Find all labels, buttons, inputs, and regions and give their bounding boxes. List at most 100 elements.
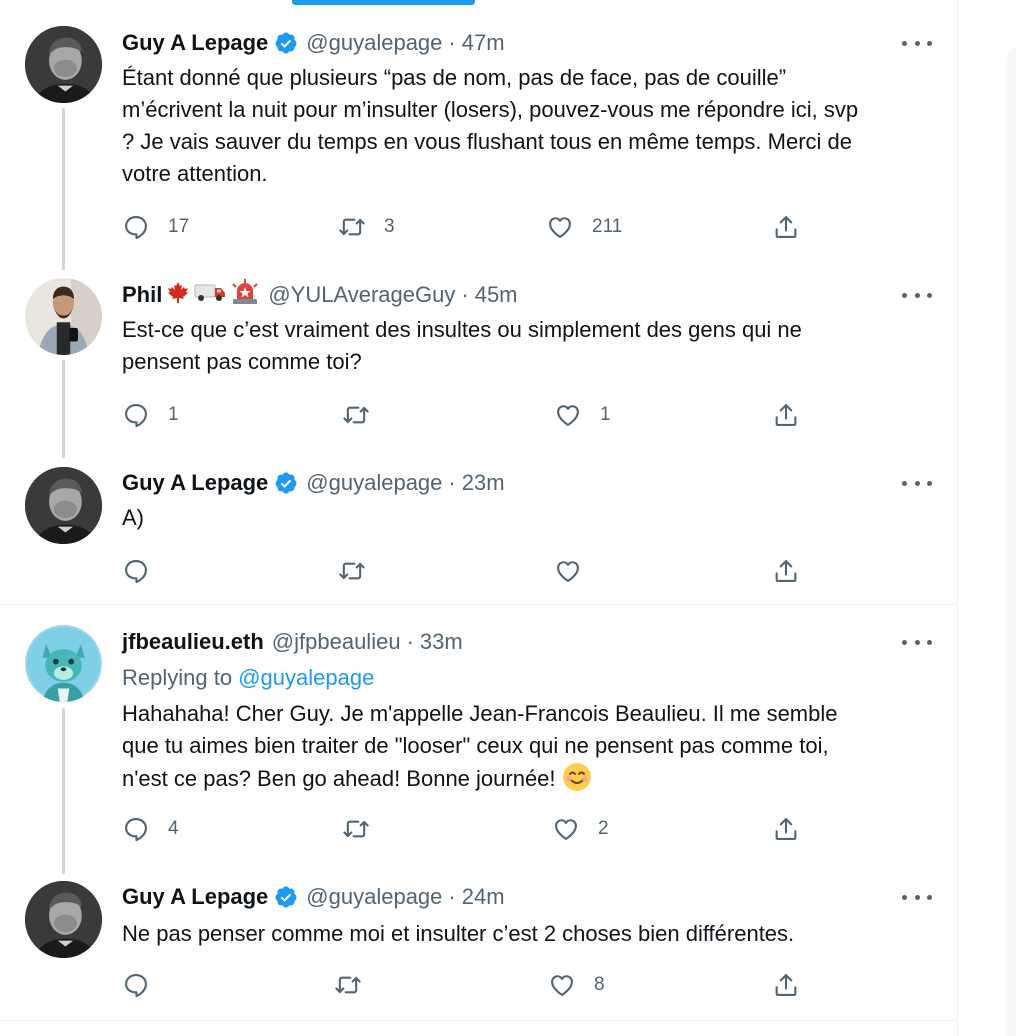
tweet-text: Est-ce que c’est vraiment des insultes o… <box>122 314 922 378</box>
avatar-guy-photo-icon <box>25 467 102 544</box>
reply-button[interactable] <box>122 556 150 586</box>
thread-divider <box>0 604 958 605</box>
tweet-actions <box>122 556 812 586</box>
like-icon <box>554 557 582 585</box>
tweet-timestamp[interactable]: 33m <box>420 629 463 655</box>
share-button[interactable] <box>772 400 800 430</box>
separator-dot: · <box>448 30 456 55</box>
retweet-icon <box>338 213 366 241</box>
author-handle[interactable]: @YULAverageGuy <box>268 282 455 308</box>
avatar[interactable] <box>25 467 102 544</box>
tweet-actions: 4 2 <box>122 814 812 844</box>
tweet-text-line: Étant donné que plusieurs “pas de nom, p… <box>122 65 787 90</box>
share-button[interactable] <box>772 970 800 1000</box>
tweet-actions: 8 <box>122 970 812 1000</box>
more-options-icon[interactable] <box>902 473 932 493</box>
tweet-text-line: A) <box>122 505 144 530</box>
retweet-button[interactable] <box>342 814 370 844</box>
tweet-timestamp[interactable]: 24m <box>462 884 505 910</box>
author-name[interactable]: Phil <box>122 282 162 308</box>
tweet-text-line: que tu aimes bien traiter de "looser" ce… <box>122 733 829 758</box>
reply-count: 17 <box>168 216 190 237</box>
author-name[interactable]: Guy A Lepage <box>122 470 268 496</box>
reply-icon <box>122 815 150 843</box>
like-icon <box>554 401 582 429</box>
share-button[interactable] <box>772 814 800 844</box>
tweet-text: Étant donné que plusieurs “pas de nom, p… <box>122 62 922 190</box>
like-icon <box>546 213 574 241</box>
separator-dot: · <box>448 884 456 909</box>
author-handle[interactable]: @jfpbeaulieu <box>272 629 401 655</box>
tweet-text-line: ? Je vais sauver du temps en vous flusha… <box>122 129 853 154</box>
tweet-text-line: n'est ce pas? Ben go ahead! Bonne journé… <box>122 766 556 791</box>
retweet-icon <box>334 971 362 999</box>
retweet-button[interactable] <box>342 400 370 430</box>
reply-count: 1 <box>168 404 179 425</box>
avatar-phil-photo-icon <box>25 278 102 355</box>
tweet-actions: 17 3 211 <box>122 212 812 242</box>
thread-connector-line <box>62 360 65 458</box>
tweet-timestamp[interactable]: 45m <box>475 282 518 308</box>
more-options-icon[interactable] <box>902 285 932 305</box>
author-name[interactable]: Guy A Lepage <box>122 884 268 910</box>
tweet-text: Hahahaha! Cher Guy. Je m'appelle Jean-Fr… <box>122 698 922 795</box>
share-button[interactable] <box>772 212 800 242</box>
reply-icon <box>122 971 150 999</box>
like-button[interactable]: 1 <box>554 400 611 430</box>
tweet-header: Guy A Lepage @guyalepage · 23m <box>122 468 505 498</box>
author-handle[interactable]: @guyalepage <box>306 884 442 910</box>
retweet-icon <box>338 557 366 585</box>
tweet-header: jfbeaulieu.eth @jfpbeaulieu · 33m <box>122 627 463 657</box>
smiling-face-icon <box>562 763 591 791</box>
retweet-button[interactable] <box>338 556 366 586</box>
avatar[interactable] <box>25 625 102 702</box>
tweet-text-line: m’écrivent la nuit pour m’insulter (lose… <box>122 97 859 122</box>
retweet-button[interactable]: 3 <box>338 212 395 242</box>
share-button[interactable] <box>772 556 800 586</box>
more-options-icon[interactable] <box>902 33 932 53</box>
like-count: 2 <box>598 818 609 839</box>
tweet-timestamp[interactable]: 23m <box>462 470 505 496</box>
avatar[interactable] <box>25 26 102 103</box>
like-button[interactable]: 8 <box>548 970 605 1000</box>
avatar-wolf-nft-icon <box>25 625 102 702</box>
truck-icon <box>194 281 226 309</box>
reply-button[interactable]: 4 <box>122 814 179 844</box>
retweet-icon <box>342 401 370 429</box>
reply-count: 4 <box>168 818 179 839</box>
replying-to-label: Replying to <box>122 665 233 690</box>
retweet-count: 3 <box>384 216 395 237</box>
replying-to-mention[interactable]: @guyalepage <box>238 665 374 690</box>
retweet-button[interactable] <box>334 970 362 1000</box>
verified-badge-icon <box>274 31 298 55</box>
author-handle[interactable]: @guyalepage <box>306 470 442 496</box>
maple-leaf-icon <box>166 281 190 309</box>
like-count: 211 <box>592 216 623 237</box>
tweet-text-line: pensent pas comme toi? <box>122 349 362 374</box>
like-button[interactable]: 211 <box>546 212 622 242</box>
tweet-timestamp[interactable]: 47m <box>462 30 505 56</box>
author-name[interactable]: Guy A Lepage <box>122 30 268 56</box>
author-handle[interactable]: @guyalepage <box>306 30 442 56</box>
active-tab-indicator <box>292 0 475 5</box>
separator-dot: · <box>406 629 414 654</box>
like-icon <box>548 971 576 999</box>
thread-divider <box>0 1020 958 1021</box>
like-icon <box>552 815 580 843</box>
more-options-icon[interactable] <box>902 632 932 652</box>
separator-dot: · <box>448 470 456 495</box>
replying-to: Replying to @guyalepage <box>122 665 374 691</box>
reply-button[interactable] <box>122 970 150 1000</box>
verified-badge-icon <box>274 471 298 495</box>
separator-dot: · <box>461 282 469 307</box>
reply-button[interactable]: 17 <box>122 212 189 242</box>
like-button[interactable] <box>554 556 582 586</box>
avatar[interactable] <box>25 881 102 958</box>
avatar[interactable] <box>25 278 102 355</box>
more-options-icon[interactable] <box>902 887 932 907</box>
like-button[interactable]: 2 <box>552 814 609 844</box>
reply-button[interactable]: 1 <box>122 400 179 430</box>
share-icon <box>772 971 800 999</box>
siren-icon <box>230 279 260 311</box>
author-name[interactable]: jfbeaulieu.eth <box>122 629 264 655</box>
